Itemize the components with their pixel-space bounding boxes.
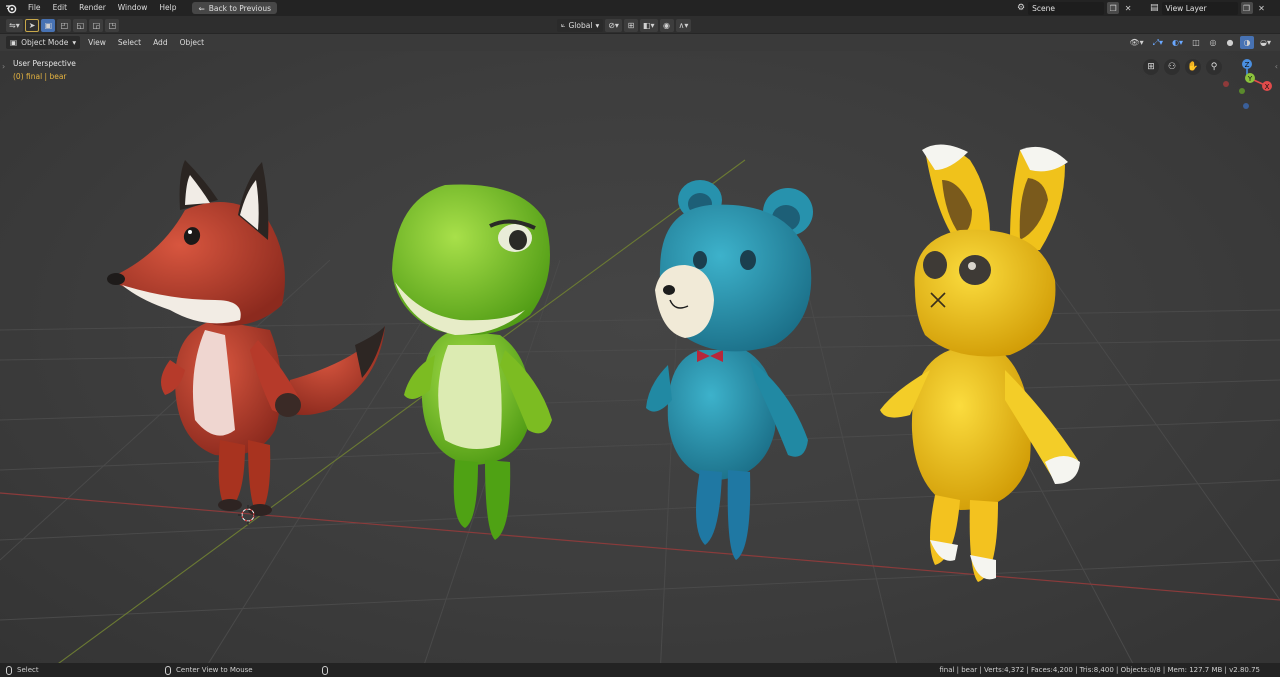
pan-hand-icon[interactable]: ✋ xyxy=(1185,59,1201,75)
view-layer-name-field[interactable]: View Layer xyxy=(1161,1,1238,15)
select-mode-new-icon[interactable]: ▣ xyxy=(41,18,56,32)
new-view-layer-icon[interactable]: ❐ xyxy=(1240,2,1253,14)
view-layer-icon[interactable]: ▤ xyxy=(1150,3,1159,13)
status-bar: Select Center View to Mouse final | bear… xyxy=(0,663,1280,677)
shading-solid-icon[interactable]: ● xyxy=(1223,36,1237,49)
frog-character xyxy=(392,184,552,540)
fox-character xyxy=(107,160,385,516)
blender-logo-icon[interactable] xyxy=(0,0,22,16)
sidebar-expand-icon[interactable]: ‹ xyxy=(1275,62,1278,71)
menu-help[interactable]: Help xyxy=(153,0,182,16)
shading-wireframe-icon[interactable]: ◎ xyxy=(1206,36,1220,49)
transform-orientation-dropdown[interactable]: ⟀ Global ▾ xyxy=(557,18,604,32)
snap-icon[interactable]: ⊞ xyxy=(623,18,638,32)
new-scene-icon[interactable]: ❐ xyxy=(1107,2,1120,14)
back-to-previous-button[interactable]: ⇐ Back to Previous xyxy=(192,2,277,14)
view-layer-selector: ▤ View Layer ❐ ✕ xyxy=(1150,1,1268,15)
scene-selector: ⚙ Scene ❐ ✕ xyxy=(1017,1,1134,15)
orientation-icon: ⟀ xyxy=(561,20,566,29)
menu-select[interactable]: Select xyxy=(114,36,145,49)
navigation-gizmo: Z X Y xyxy=(1223,59,1272,109)
gizmo-x-label: X xyxy=(1265,83,1270,91)
mode-dropdown[interactable]: ▣ Object Mode ▾ xyxy=(6,36,81,49)
delete-view-layer-icon[interactable]: ✕ xyxy=(1256,2,1268,14)
viewport-info: User Perspective (0) final | bear xyxy=(13,57,76,83)
editor-type-icon[interactable]: ⇋▾ xyxy=(6,18,23,32)
camera-icon[interactable]: ⚇ xyxy=(1164,59,1180,75)
shading-rendered-icon[interactable]: ◒▾ xyxy=(1257,36,1274,49)
delete-scene-icon[interactable]: ✕ xyxy=(1122,2,1134,14)
overlay-toggle-icon[interactable]: ◐▾ xyxy=(1169,36,1186,49)
status-select-label: Select xyxy=(17,666,39,674)
status-context xyxy=(322,665,328,675)
pivot-point-icon[interactable]: ⊘▾ xyxy=(605,18,622,32)
select-mode-extend-icon[interactable]: ◰ xyxy=(57,18,72,32)
status-center-view-label: Center View to Mouse xyxy=(176,666,253,674)
xray-toggle-icon[interactable]: ◫ xyxy=(1189,36,1203,49)
gizmo-y-label: Y xyxy=(1247,75,1253,83)
y-axis-line xyxy=(58,159,746,663)
viewport-navigation: ⊞ ⚇ ✋ ⚲ xyxy=(1143,59,1222,75)
select-tool-icon[interactable]: ➤ xyxy=(24,18,40,32)
floor-grid xyxy=(0,259,1280,663)
mouse-right-icon xyxy=(322,665,328,675)
scene-icon[interactable]: ⚙ xyxy=(1017,3,1025,13)
tool-settings-row: ⇋▾ ➤ ▣ ◰ ◱ ◲ ◳ ⟀ Global ▾ ⊘▾ ⊞ ◧▾ ◉ ∧▾ xyxy=(0,16,1280,34)
back-button-label: Back to Previous xyxy=(208,3,271,13)
mouse-left-icon xyxy=(6,665,12,675)
chevron-down-icon: ▾ xyxy=(595,20,600,30)
menu-file[interactable]: File xyxy=(22,0,47,16)
viewport-scene: Z X Y xyxy=(0,59,1280,663)
status-select: Select xyxy=(6,665,39,675)
select-mode-invert-icon[interactable]: ◲ xyxy=(89,18,104,32)
mouse-middle-icon xyxy=(165,665,171,675)
select-mode-intersect-icon[interactable]: ◳ xyxy=(105,18,120,32)
visibility-icon[interactable]: 👁▾ xyxy=(1126,36,1146,49)
mode-label: Object Mode xyxy=(21,38,69,47)
object-mode-icon: ▣ xyxy=(10,38,18,47)
menu-add[interactable]: Add xyxy=(149,36,172,49)
status-center-view: Center View to Mouse xyxy=(165,665,253,675)
select-mode-subtract-icon[interactable]: ◱ xyxy=(73,18,88,32)
falloff-icon[interactable]: ∧▾ xyxy=(675,18,692,32)
zoom-icon[interactable]: ⚲ xyxy=(1206,59,1222,75)
top-menu-bar: File Edit Render Window Help ⇐ Back to P… xyxy=(0,0,1280,16)
toolbar-expand-icon[interactable]: › xyxy=(2,62,5,71)
view-perspective-label: User Perspective xyxy=(13,59,76,68)
menu-render[interactable]: Render xyxy=(73,0,112,16)
chevron-down-icon: ▾ xyxy=(72,38,77,47)
gizmo-z-label: Z xyxy=(1245,61,1250,69)
gizmo-toggle-icon[interactable]: ⤢▾ xyxy=(1150,36,1166,49)
menu-edit[interactable]: Edit xyxy=(47,0,74,16)
menu-view[interactable]: View xyxy=(84,36,110,49)
active-object-label: (0) final | bear xyxy=(13,72,67,81)
3d-viewport[interactable]: Z X Y User Perspective (0) final | bear … xyxy=(0,51,1280,663)
menu-window[interactable]: Window xyxy=(112,0,154,16)
scene-name-field[interactable]: Scene xyxy=(1028,1,1105,15)
viewport-header: ▣ Object Mode ▾ View Select Add Object 👁… xyxy=(0,35,1280,51)
scene-statistics: final | bear | Verts:4,372 | Faces:4,200… xyxy=(939,666,1260,674)
shading-material-icon[interactable]: ◑ xyxy=(1240,36,1254,49)
x-axis-line xyxy=(0,492,1280,601)
bunny-character xyxy=(880,144,1080,582)
proportional-edit-icon[interactable]: ◉ xyxy=(659,18,674,32)
orientation-label: Global xyxy=(568,20,593,30)
back-arrow-icon: ⇐ xyxy=(198,3,205,13)
snap-target-icon[interactable]: ◧▾ xyxy=(639,18,658,32)
menu-object[interactable]: Object xyxy=(176,36,208,49)
toggle-camera-view-icon[interactable]: ⊞ xyxy=(1143,59,1159,75)
